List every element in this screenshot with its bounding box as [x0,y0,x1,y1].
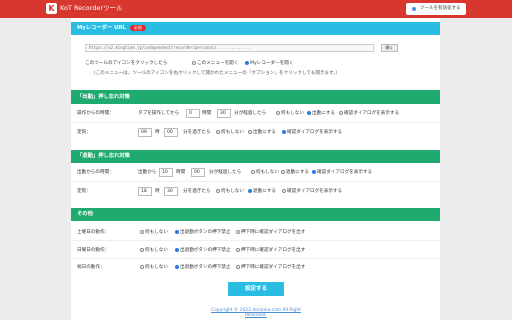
clock-out-fixed-option-dialog[interactable]: 確認ダイアログを表示する [282,187,342,196]
url-section-heading: Myレコーダー URL 必須 [71,22,440,35]
clock-out-op-prefix: 出勤から [138,170,157,175]
divider [71,122,440,123]
clock-in-fixed-hour-input[interactable]: 09 [138,128,152,137]
radio-checked-icon [312,169,316,174]
holiday-option-disable[interactable]: 出退勤ボタンの押下禁止 [175,263,231,272]
clock-out-fixed-option-nothing[interactable]: 何もしない [216,187,244,196]
radio-icon [140,229,144,234]
radio-checked-icon [175,264,179,269]
radio-icon [281,169,285,174]
radio-checked-icon [245,60,249,65]
radio-checked-icon [307,110,311,115]
sunday-label: 日曜日の動作： [77,248,110,253]
clock-in-fixed-option-clock-in[interactable]: 出勤にする [248,128,276,137]
fixed-suffix: 分を過ぎたら [183,130,211,135]
radio-icon [216,188,220,193]
other-heading: その他 [71,208,440,221]
radio-checked-icon [175,247,179,252]
radio-icon [339,110,343,115]
divider [71,258,440,259]
radio-icon [236,229,240,234]
clock-in-op-label: 操作からの時間： [77,111,114,116]
clock-in-op-option-dialog[interactable]: 確認ダイアログを表示する [339,109,399,118]
clock-in-fixed-label: 定刻： [77,130,91,135]
radio-icon [276,110,280,115]
sunday-option-disable[interactable]: 出退勤ボタンの押下禁止 [175,246,231,255]
radio-icon [140,264,144,269]
clock-out-op-hours-input[interactable]: 10 [159,168,173,177]
click-option-open-recorder[interactable]: Myレコーダーを開く [245,60,293,66]
hours-unit: 時間 [176,170,186,175]
clock-out-heading: 「退勤」押し忘れ対策 [71,150,440,163]
clock-in-fixed-option-nothing[interactable]: 何もしない [216,128,244,137]
clock-in-fixed-minute-input[interactable]: 00 [164,128,178,137]
fixed-suffix: 分を過ぎたら [183,189,211,194]
radio-icon [140,247,144,252]
enable-tool-label: ツールを有効化する [420,6,461,11]
divider [71,181,440,182]
minutes-suffix: 分が経過したら [234,111,267,116]
clock-out-fixed-option-clock-out[interactable]: 退勤にする [248,187,276,196]
clock-in-heading: 「出勤」押し忘れ対策 [71,90,440,104]
divider [71,240,440,241]
sunday-option-dialog[interactable]: 押下時に確認ダイアログを出す [236,246,305,255]
clock-in-op-minutes-input[interactable]: 30 [217,109,231,118]
clock-out-op-option-dialog[interactable]: 確認ダイアログを表示する [312,168,372,177]
clock-in-op-option-nothing[interactable]: 何もしない [276,109,304,118]
holiday-option-dialog[interactable]: 押下時に確認ダイアログを出す [236,263,305,272]
hours-unit: 時間 [202,111,212,116]
clock-out-op-option-clock-out[interactable]: 退勤にする [281,168,309,177]
open-url-button[interactable]: 開く [381,44,398,52]
url-heading-text: Myレコーダー URL [77,25,126,31]
hour-unit: 時 [155,189,160,194]
recorder-url-input[interactable]: https://s2.kingtime.jp/independent/recor… [85,44,374,52]
app-header: K KoT Recorderツール ツールを有効化する [0,0,512,18]
clock-in-op-option-clock-in[interactable]: 出勤にする [307,109,335,118]
enable-tool-button[interactable]: ツールを有効化する [406,3,466,15]
radio-checked-icon [282,129,286,134]
sunday-option-nothing[interactable]: 何もしない [140,246,168,255]
click-option-open-menu[interactable]: このメニューを開く [192,60,238,66]
save-settings-button[interactable]: 設定する [228,282,284,296]
clock-out-fixed-minute-input[interactable]: 30 [164,187,178,196]
saturday-option-disable[interactable]: 出退勤ボタンの押下禁止 [175,228,231,237]
clock-out-fixed-hour-input[interactable]: 18 [138,187,152,196]
required-badge: 必須 [129,24,146,31]
minutes-suffix: 分が経過したら [209,170,242,175]
clock-in-op-hours-input[interactable]: 0 [186,109,200,118]
click-prompt: このツールのアイコンをクリックしたら [85,61,168,66]
clock-out-op-option-nothing[interactable]: 何もしない [251,168,279,177]
radio-icon [248,129,252,134]
clock-in-fixed-option-dialog[interactable]: 確認ダイアログを表示する [282,128,342,137]
saturday-option-dialog[interactable]: 押下時に確認ダイアログを出す [236,228,305,237]
radio-checked-icon [175,229,179,234]
options-note: （このメニューは、ツールのアイコンを右クリックして開かれたメニューの『オプション… [91,71,341,76]
radio-icon [251,169,255,174]
radio-icon [236,264,240,269]
clock-in-op-prefix: タブを操作してから [138,111,180,116]
clock-out-op-minutes-input[interactable]: 00 [191,168,205,177]
hour-unit: 時 [155,130,160,135]
radio-icon [236,247,240,252]
radio-icon [192,60,196,65]
radio-checked-icon [248,188,252,193]
clock-out-op-label: 出勤からの時間： [77,170,114,175]
holiday-label: 祝日の動作： [77,265,105,270]
saturday-label: 土曜日の動作： [77,230,110,235]
saturday-option-nothing[interactable]: 何もしない [140,228,168,237]
app-logo: K [46,3,57,14]
app-title: KoT Recorderツール [60,4,123,12]
toggle-icon [412,7,416,11]
radio-icon [282,188,286,193]
settings-panel: Myレコーダー URL 必須 https://s2.kingtime.jp/ind… [71,18,440,320]
footer-copyright[interactable]: Copyright © 2022 doranka.com All Right R… [200,308,312,318]
holiday-option-nothing[interactable]: 何もしない [140,263,168,272]
radio-icon [216,129,220,134]
clock-out-fixed-label: 定刻： [77,189,91,194]
